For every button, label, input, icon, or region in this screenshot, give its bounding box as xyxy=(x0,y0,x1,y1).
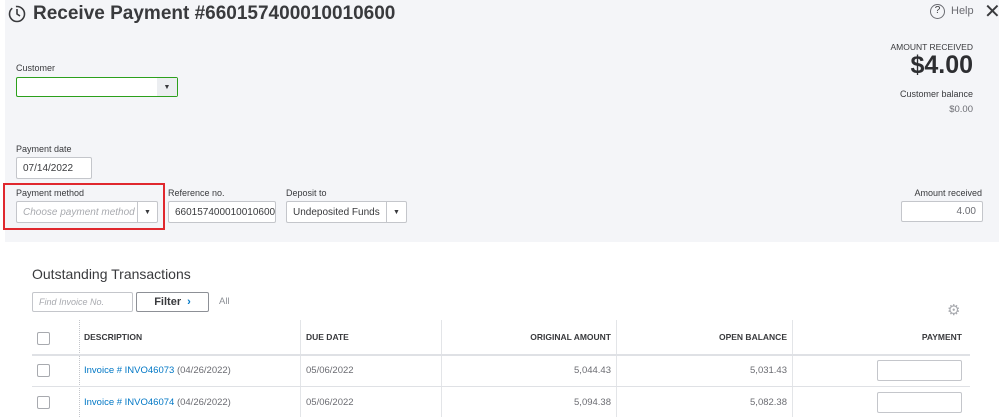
invoice-link[interactable]: Invoice # INVO46073 xyxy=(84,365,174,376)
open-balance-cell: 5,031.43 xyxy=(750,365,787,376)
column-header-payment[interactable]: PAYMENT xyxy=(922,332,962,342)
payment-method-select[interactable]: Choose payment method ▼ xyxy=(16,201,158,223)
reference-input[interactable]: 660157400010010600 xyxy=(168,201,276,223)
filter-value: All xyxy=(219,296,230,307)
chevron-down-icon[interactable]: ▼ xyxy=(157,78,177,96)
column-header-description[interactable]: DESCRIPTION xyxy=(84,332,142,342)
chevron-down-icon[interactable]: ▼ xyxy=(386,202,406,222)
original-amount-cell: 5,044.43 xyxy=(574,365,611,376)
section-title: Outstanding Transactions xyxy=(32,266,191,282)
column-divider xyxy=(616,320,617,417)
close-icon[interactable]: ✕ xyxy=(984,0,999,24)
deposit-select[interactable]: Undeposited Funds ▼ xyxy=(286,201,407,223)
amount-received-field-label: Amount received xyxy=(914,188,982,198)
description-cell: Invoice # INVO46073 (04/26/2022) xyxy=(84,365,231,376)
reference-label: Reference no. xyxy=(168,188,225,198)
header-divider xyxy=(32,354,970,356)
gear-icon[interactable]: ⚙ xyxy=(947,301,960,319)
payment-method-placeholder: Choose payment method xyxy=(23,206,135,218)
row-checkbox[interactable] xyxy=(37,364,50,377)
select-all-checkbox[interactable] xyxy=(37,332,50,345)
column-divider xyxy=(792,320,793,417)
find-invoice-input[interactable]: Find Invoice No. xyxy=(32,292,133,312)
payment-date-label: Payment date xyxy=(16,144,72,154)
invoice-date: (04/26/2022) xyxy=(176,365,231,376)
amount-received-total: $4.00 xyxy=(910,51,973,79)
payment-input[interactable] xyxy=(877,392,962,413)
due-date-cell: 05/06/2022 xyxy=(306,365,354,376)
deposit-label: Deposit to xyxy=(286,188,327,198)
filter-button[interactable]: Filter › xyxy=(136,292,209,312)
page-title: Receive Payment #660157400010010600 xyxy=(33,3,396,24)
filter-label: Filter xyxy=(154,296,182,308)
payment-method-label: Payment method xyxy=(16,188,85,198)
customer-label: Customer xyxy=(16,63,56,73)
due-date-cell: 05/06/2022 xyxy=(306,397,354,408)
invoice-link[interactable]: Invoice # INVO46074 xyxy=(84,397,174,408)
payment-input[interactable] xyxy=(877,360,962,381)
row-checkbox[interactable] xyxy=(37,396,50,409)
column-header-open-balance[interactable]: OPEN BALANCE xyxy=(719,332,787,342)
amount-received-input[interactable]: 4.00 xyxy=(901,201,983,222)
column-divider xyxy=(79,320,80,417)
original-amount-cell: 5,094.38 xyxy=(574,397,611,408)
deposit-value: Undeposited Funds xyxy=(293,206,380,218)
column-header-original-amount[interactable]: ORIGINAL AMOUNT xyxy=(530,332,611,342)
description-cell: Invoice # INVO46074 (04/26/2022) xyxy=(84,397,231,408)
payment-date-input[interactable]: 07/14/2022 xyxy=(16,157,92,179)
help-link[interactable]: Help xyxy=(951,5,974,17)
customer-select[interactable]: ▼ xyxy=(16,77,178,97)
open-balance-cell: 5,082.38 xyxy=(750,397,787,408)
customer-balance-value: $0.00 xyxy=(949,104,973,115)
column-divider xyxy=(300,320,301,417)
chevron-right-icon: › xyxy=(187,296,191,308)
chevron-down-icon[interactable]: ▼ xyxy=(137,202,157,222)
row-divider xyxy=(32,386,970,387)
invoice-date: (04/26/2022) xyxy=(176,397,231,408)
column-divider xyxy=(441,320,442,417)
column-header-due-date[interactable]: DUE DATE xyxy=(306,332,349,342)
customer-balance-label: Customer balance xyxy=(899,89,973,99)
help-icon[interactable]: ? xyxy=(930,4,945,19)
history-icon[interactable] xyxy=(7,4,27,24)
